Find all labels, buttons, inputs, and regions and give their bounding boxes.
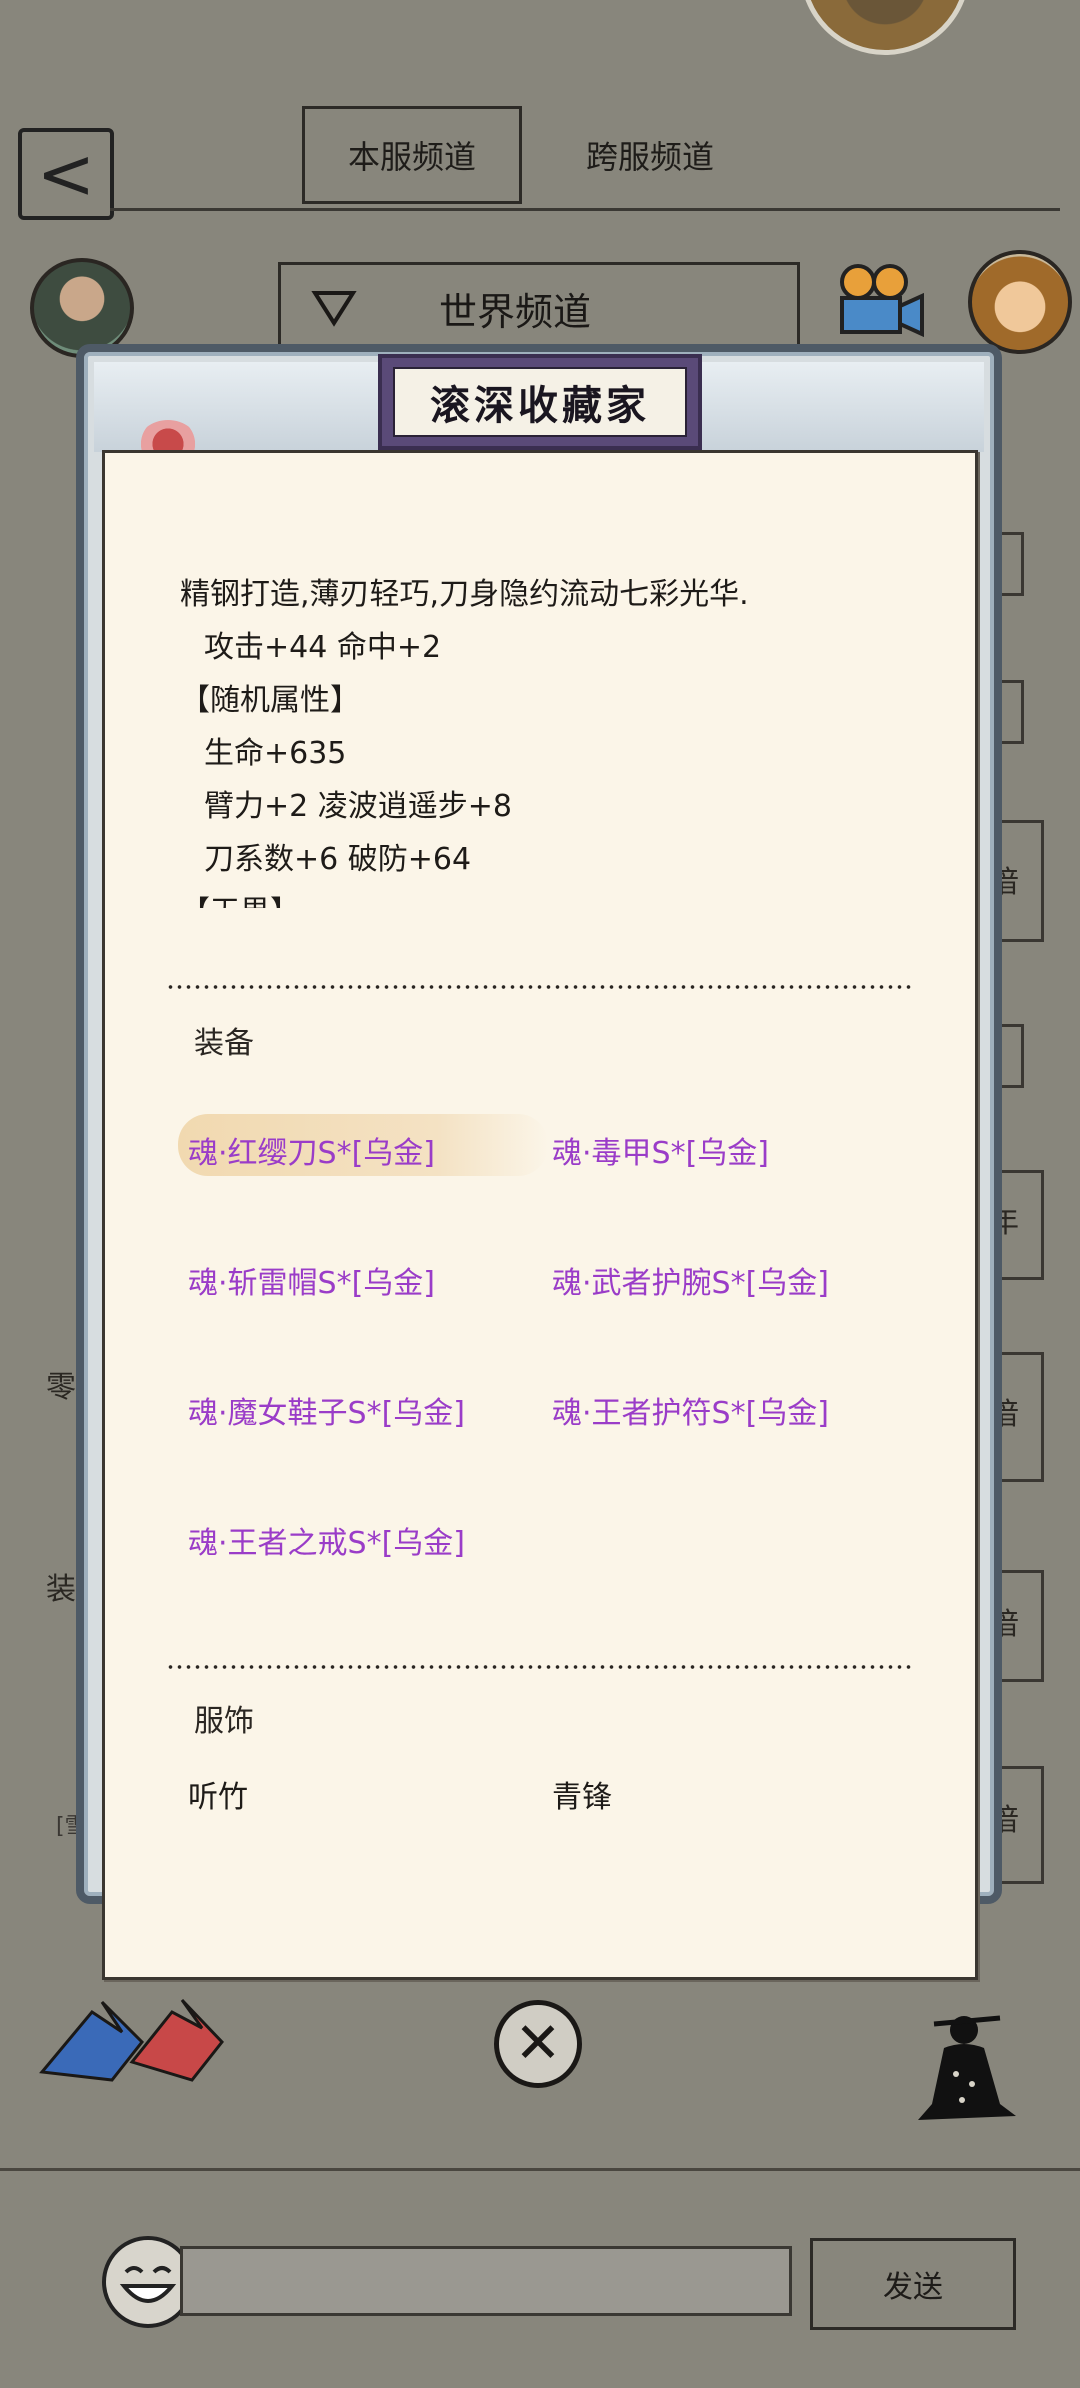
equipment-item[interactable]: 魂·魔女鞋子S*[乌金]: [188, 1388, 465, 1432]
description-line: 【天界】: [180, 886, 940, 908]
tab-divider: [110, 208, 1060, 211]
versus-logo-icon[interactable]: [32, 1992, 228, 2084]
description-line: 精钢打造,薄刃轻巧,刀身隐约流动七彩光华.: [180, 577, 749, 612]
description-line: 生命+635: [204, 736, 347, 771]
item-description[interactable]: 精钢打造,薄刃轻巧,刀身隐约流动七彩光华. 攻击+44 命中+2 【随机属性】 …: [180, 568, 940, 908]
bottom-divider: [0, 2168, 1080, 2171]
channel-dropdown[interactable]: 世界频道: [278, 262, 800, 354]
fashion-section-label: 服饰: [194, 1704, 254, 1739]
channel-label: 世界频道: [439, 289, 592, 334]
dotted-divider: [166, 1664, 914, 1670]
equipment-item[interactable]: 魂·王者之戒S*[乌金]: [188, 1518, 465, 1562]
fashion-item[interactable]: 听竹: [188, 1772, 248, 1816]
top-character-avatar[interactable]: [800, 0, 970, 55]
close-button[interactable]: ✕: [494, 2000, 582, 2088]
equipment-section-label: 装备: [194, 1026, 254, 1061]
description-line: 刀系数+6 破防+64: [204, 842, 472, 877]
back-arrow-icon: <: [36, 133, 96, 215]
description-line: 攻击+44 命中+2: [204, 630, 442, 665]
dotted-divider: [166, 984, 914, 990]
chat-input[interactable]: [180, 2246, 792, 2316]
modal-title: 滚深收藏家: [393, 367, 687, 437]
close-icon: ✕: [514, 2011, 562, 2076]
send-button[interactable]: 发送: [810, 2238, 1016, 2330]
equipment-item[interactable]: 魂·红缨刀S*[乌金]: [178, 1114, 548, 1176]
description-line: 【随机属性】: [180, 683, 360, 718]
equipment-item[interactable]: 魂·斩雷帽S*[乌金]: [188, 1258, 435, 1302]
tab-cross-server[interactable]: 跨服频道: [540, 106, 760, 204]
meditating-figure-icon[interactable]: [904, 2004, 1030, 2132]
equipment-item[interactable]: 魂·武者护腕S*[乌金]: [552, 1258, 829, 1302]
tab-local-server[interactable]: 本服频道: [302, 106, 522, 204]
equipment-item[interactable]: 魂·王者护符S*[乌金]: [552, 1388, 829, 1432]
modal-title-plaque: 滚深收藏家: [378, 354, 702, 450]
fashion-item[interactable]: 青锋: [552, 1772, 612, 1816]
laughing-face-icon: [119, 2266, 177, 2303]
bg-text-fragment: 装: [46, 1572, 76, 1607]
description-line: 臂力+2 凌波逍遥步+8: [204, 789, 512, 824]
camera-icon[interactable]: [828, 262, 928, 342]
triangle-down-icon: [311, 291, 357, 327]
bg-text-fragment: 零: [46, 1370, 76, 1405]
player-avatar-left[interactable]: [30, 258, 134, 358]
player-avatar-right[interactable]: [968, 250, 1072, 354]
back-button[interactable]: <: [18, 128, 114, 220]
equipment-item[interactable]: 魂·毒甲S*[乌金]: [552, 1128, 769, 1172]
